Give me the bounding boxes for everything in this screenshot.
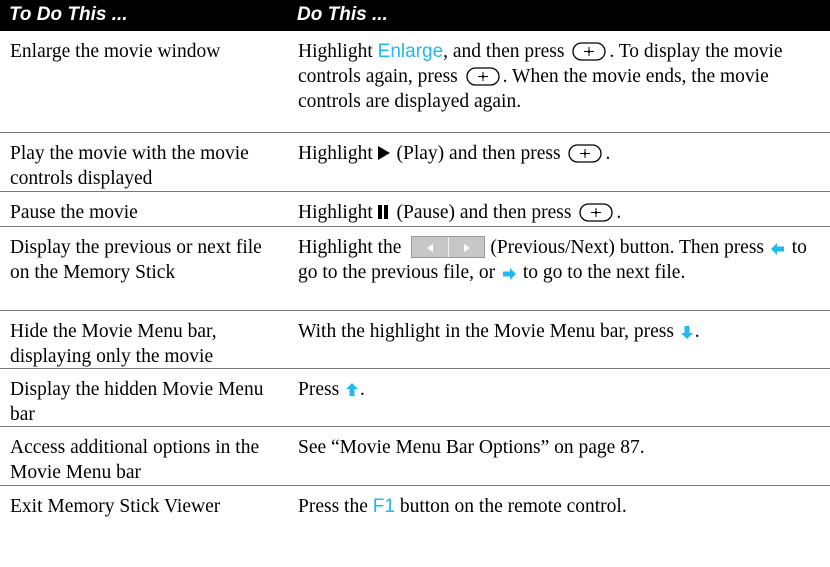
table-row: Enlarge the movie window Highlight Enlar… — [0, 31, 830, 133]
text: (Previous/Next) button. Then press — [490, 237, 769, 258]
text: Press — [298, 379, 345, 400]
row-instruction: Highlight (Pause) and then press . — [298, 200, 818, 226]
text: . — [605, 143, 611, 164]
table-row: Access additional options in the Movie M… — [0, 427, 830, 486]
enlarge-keyword: Enlarge — [377, 41, 444, 62]
pause-icon — [377, 201, 390, 226]
enter-button-icon — [579, 203, 613, 222]
previous-half — [412, 237, 450, 257]
text: Highlight — [298, 143, 378, 164]
text: button on the remote control. — [394, 496, 627, 517]
row-instruction: With the highlight in the Movie Menu bar… — [298, 319, 818, 344]
next-triangle-icon — [464, 244, 471, 252]
enter-button-icon — [572, 42, 606, 61]
row-action: Hide the Movie Menu bar, displaying only… — [10, 321, 217, 367]
text: With the highlight in the Movie Menu bar… — [298, 321, 679, 342]
up-arrow-icon — [346, 383, 359, 396]
down-arrow-icon — [680, 326, 693, 339]
row-action: Display the previous or next file on the… — [10, 237, 262, 283]
play-icon — [377, 146, 390, 160]
table-row: Exit Memory Stick Viewer Press the F1 bu… — [0, 486, 830, 526]
header-col-action: To Do This ... — [9, 4, 128, 25]
text: Press the — [298, 496, 373, 517]
text: (Pause) and then press — [396, 202, 577, 223]
row-action: Enlarge the movie window — [10, 41, 221, 62]
row-instruction: Press the F1 button on the remote contro… — [298, 494, 818, 519]
left-arrow-icon — [770, 243, 784, 255]
row-action: Display the hidden Movie Menu bar — [10, 379, 264, 425]
header-col-instruction: Do This ... — [297, 4, 388, 25]
row-action: Play the movie with the movie controls d… — [10, 143, 249, 189]
row-instruction: Highlight (Play) and then press . — [298, 141, 818, 166]
text: , and then press — [443, 41, 570, 62]
row-instruction: Highlight the (Previous/Next) button. Th… — [298, 235, 818, 285]
text: . — [360, 379, 365, 400]
table-row: Pause the movie Highlight (Pause) and th… — [0, 192, 830, 227]
text: to go to the next file. — [518, 262, 686, 283]
text: Highlight — [298, 202, 378, 223]
table-row: Display the previous or next file on the… — [0, 227, 830, 311]
text: . — [616, 202, 622, 223]
previous-next-button-icon — [411, 236, 486, 258]
row-instruction: Press . — [298, 377, 818, 402]
enter-button-icon — [465, 67, 500, 86]
next-half — [449, 237, 485, 257]
table-header: To Do This ... Do This ... — [0, 0, 830, 31]
row-action: Pause the movie — [10, 202, 138, 223]
table-row: Display the hidden Movie Menu bar Press … — [0, 369, 830, 427]
row-action: Access additional options in the Movie M… — [10, 437, 260, 483]
text: Highlight the — [298, 237, 407, 258]
text: Highlight — [298, 41, 378, 62]
f1-keyword: F1 — [372, 496, 395, 517]
text: (Play) and then press — [396, 143, 566, 164]
row-instruction: Highlight Enlarge, and then press . To d… — [298, 39, 818, 114]
enter-button-icon — [568, 144, 603, 163]
text: . — [694, 321, 700, 342]
right-arrow-icon — [503, 268, 516, 280]
table-row: Play the movie with the movie controls d… — [0, 133, 830, 192]
table-row: Hide the Movie Menu bar, displaying only… — [0, 311, 830, 369]
row-instruction: See “Movie Menu Bar Options” on page 87. — [298, 437, 645, 458]
previous-triangle-icon — [427, 244, 434, 252]
row-action: Exit Memory Stick Viewer — [10, 496, 221, 517]
